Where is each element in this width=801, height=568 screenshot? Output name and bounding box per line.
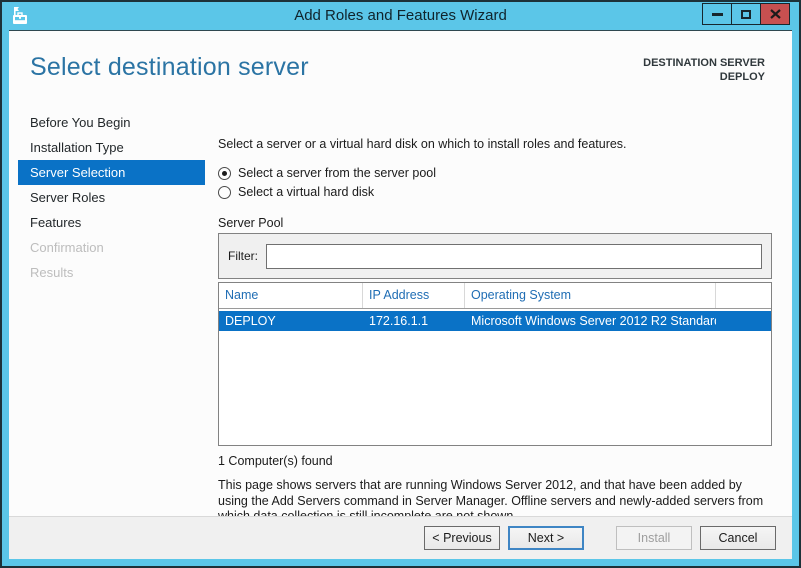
destination-server-label: DESTINATION SERVER [643, 57, 765, 69]
table-row[interactable]: DEPLOY 172.16.1.1 Microsoft Windows Serv… [219, 311, 771, 331]
main-pane: Select a server or a virtual hard disk o… [218, 137, 772, 525]
cancel-button[interactable]: Cancel [700, 526, 776, 550]
sidebar-item-confirmation: Confirmation [30, 240, 104, 255]
maximize-button[interactable] [731, 3, 761, 25]
column-header-name[interactable]: Name [219, 283, 363, 308]
titlebar[interactable]: Add Roles and Features Wizard [2, 2, 799, 30]
radio-unselected-icon[interactable] [218, 185, 231, 199]
page-title: Select destination server [30, 53, 309, 81]
sidebar-item-server-roles[interactable]: Server Roles [18, 185, 205, 210]
destination-server-value: DEPLOY [719, 71, 765, 83]
filter-label: Filter: [228, 249, 258, 263]
sidebar-item-results: Results [30, 265, 74, 280]
server-pool-label: Server Pool [218, 216, 284, 230]
close-button[interactable] [760, 3, 790, 25]
previous-button[interactable]: < Previous [424, 526, 500, 550]
filter-box: Filter: [218, 233, 772, 279]
next-button[interactable]: Next > [508, 526, 584, 550]
sidebar-item-server-selection[interactable]: Server Selection [18, 160, 205, 185]
sidebar-item-before-you-begin[interactable]: Before You Begin [18, 110, 205, 135]
radio-virtual-hard-disk[interactable]: Select a virtual hard disk [218, 183, 772, 201]
radio-server-pool[interactable]: Select a server from the server pool [218, 164, 772, 182]
computer-count-text: 1 Computer(s) found [218, 454, 333, 468]
column-header-ip-address[interactable]: IP Address [363, 283, 465, 308]
install-button: Install [616, 526, 692, 550]
server-pool-table: Name IP Address Operating System DEPLOY … [218, 282, 772, 446]
server-name-cell: DEPLOY [225, 314, 276, 328]
table-header-row: Name IP Address Operating System [219, 283, 771, 309]
filter-input[interactable] [266, 243, 762, 269]
column-header-operating-system[interactable]: Operating System [465, 283, 716, 308]
sidebar-item-installation-type[interactable]: Installation Type [18, 135, 205, 160]
destination-server-context: DESTINATION SERVER DEPLOY [643, 56, 765, 84]
radio-server-pool-label: Select a server from the server pool [238, 166, 436, 180]
wizard-steps-sidebar: Before You Begin Installation Type Serve… [9, 110, 218, 285]
radio-selected-icon[interactable] [218, 166, 231, 180]
close-icon [769, 9, 781, 19]
server-source-radio-group: Select a server from the server pool Sel… [218, 164, 772, 201]
wizard-content: Select destination server DESTINATION SE… [9, 30, 792, 559]
minimize-icon [711, 12, 723, 16]
caption-buttons [702, 3, 790, 25]
server-os-cell: Microsoft Windows Server 2012 R2 Standar… [471, 314, 716, 328]
maximize-icon [741, 9, 751, 19]
server-ip-cell: 172.16.1.1 [369, 314, 429, 328]
column-header-empty [716, 283, 771, 308]
minimize-button[interactable] [702, 3, 732, 25]
radio-virtual-hard-disk-label: Select a virtual hard disk [238, 185, 375, 199]
server-empty-cell [716, 311, 771, 331]
window-title: Add Roles and Features Wizard [294, 7, 507, 24]
intro-text: Select a server or a virtual hard disk o… [218, 137, 627, 151]
wizard-window: Add Roles and Features Wizard Select des… [0, 0, 801, 568]
footer-button-bar: < Previous Next > Install Cancel [9, 516, 792, 559]
sidebar-item-features[interactable]: Features [18, 210, 205, 235]
